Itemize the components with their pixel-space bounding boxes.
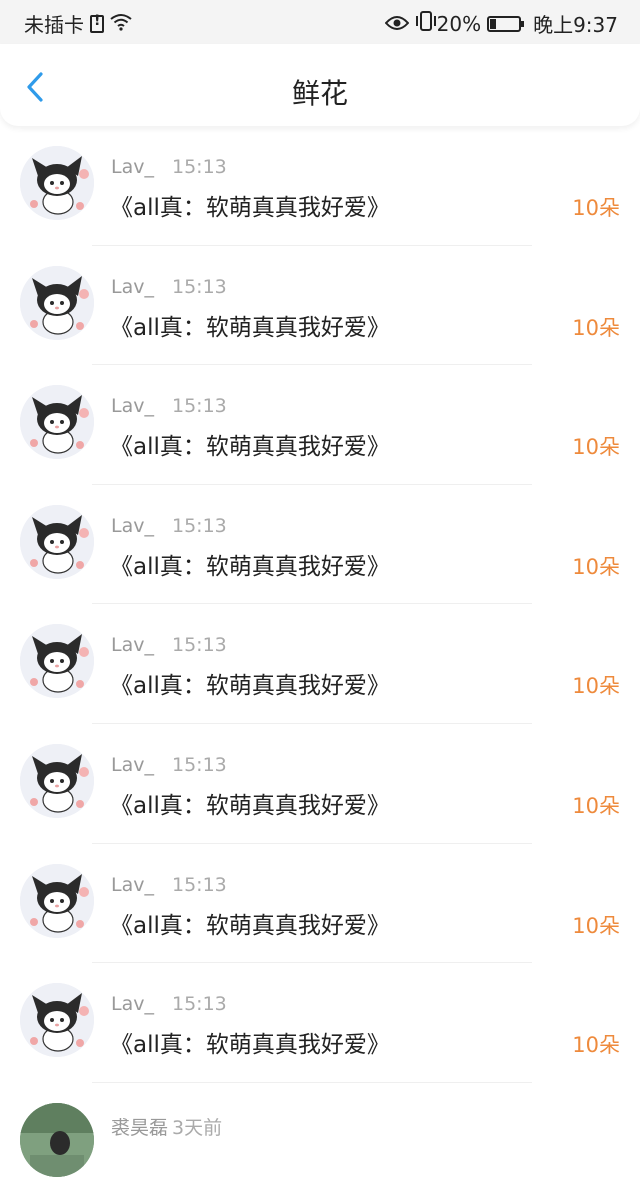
book-title[interactable]: 《all真：软萌真真我好爱》 <box>110 786 390 820</box>
timestamp: 15:13 <box>172 395 227 418</box>
avatar[interactable] <box>20 504 94 579</box>
carrier-label: 未插卡 <box>24 13 84 37</box>
avatar[interactable] <box>20 146 94 220</box>
book-title[interactable]: 《all真：软萌真真我好爱》 <box>110 906 390 940</box>
book-title[interactable]: 《all真：软萌真真我好爱》 <box>110 427 390 461</box>
status-right: 20% 晚上9:37 <box>379 9 618 38</box>
list-item[interactable]: Lav_ 15:13 《all真：软萌真真我好爱》 10朵 <box>0 844 640 964</box>
status-bar: 未插卡 20% 晚上9 <box>0 0 640 44</box>
flower-amount: 10朵 <box>572 793 620 818</box>
list-item[interactable]: Lav_ 15:13 《all真：软萌真真我好爱》 10朵 <box>0 724 640 844</box>
battery-percent: 20% <box>436 11 482 36</box>
book-title[interactable]: 《all真：软萌真真我好爱》 <box>110 547 390 581</box>
user-name[interactable]: Lav_ <box>111 515 154 537</box>
avatar[interactable] <box>20 265 94 340</box>
list-item[interactable]: 裘昊磊 3天前 <box>0 1083 640 1202</box>
flower-amount: 10朵 <box>572 196 620 220</box>
list-item[interactable]: Lav_ 15:13 《all真：软萌真真我好爱》 10朵 <box>0 604 640 724</box>
page-title: 鲜花 <box>291 77 348 110</box>
book-title[interactable]: 《all真：软萌真真我好爱》 <box>110 666 390 700</box>
avatar[interactable] <box>20 863 94 938</box>
flower-amount: 10朵 <box>572 913 620 938</box>
user-name[interactable]: 裘昊磊 <box>111 1113 168 1140</box>
list-item[interactable]: Lav_ 15:13 《all真：软萌真真我好爱》 10朵 <box>0 365 640 485</box>
flower-amount: 10朵 <box>572 315 620 340</box>
flower-amount: 10朵 <box>572 554 620 579</box>
avatar[interactable] <box>20 385 94 460</box>
avatar[interactable] <box>20 983 94 1058</box>
sim-alert-icon <box>90 13 104 33</box>
status-left: 未插卡 <box>24 9 132 38</box>
list-item[interactable]: Lav_ 15:13 《all真：软萌真真我好爱》 10朵 <box>0 963 640 1083</box>
battery-level <box>490 18 497 29</box>
clock-time: 晚上9:37 <box>533 13 618 37</box>
book-title[interactable]: 《all真：软萌真真我好爱》 <box>110 308 390 342</box>
timestamp: 15:13 <box>172 753 227 776</box>
timestamp: 15:13 <box>172 156 227 178</box>
user-name[interactable]: Lav_ <box>111 634 154 656</box>
battery-icon <box>487 15 525 32</box>
list-item[interactable]: Lav_ 15:13 《all真：软萌真真我好爱》 10朵 <box>0 485 640 605</box>
timestamp: 3天前 <box>172 1116 223 1139</box>
flower-amount: 10朵 <box>572 674 620 699</box>
user-name[interactable]: Lav_ <box>111 276 154 298</box>
timestamp: 15:13 <box>172 634 227 657</box>
timestamp: 15:13 <box>172 873 227 896</box>
user-name[interactable]: Lav_ <box>111 874 154 896</box>
flower-amount: 10朵 <box>572 1033 620 1058</box>
timestamp: 15:13 <box>172 514 227 537</box>
timestamp: 15:13 <box>172 993 227 1016</box>
book-title[interactable]: 《all真：软萌真真我好爱》 <box>110 188 390 222</box>
avatar[interactable] <box>20 624 94 699</box>
timestamp: 15:13 <box>172 275 227 298</box>
eye-icon <box>384 12 409 36</box>
wifi-icon <box>110 12 132 36</box>
user-name[interactable]: Lav_ <box>111 754 154 776</box>
flower-amount: 10朵 <box>572 435 620 460</box>
avatar[interactable] <box>20 1102 94 1177</box>
user-name[interactable]: Lav_ <box>111 993 154 1015</box>
flower-record-list: Lav_ 15:13 《all真：软萌真真我好爱》 10朵 Lav_ 15:13… <box>0 126 640 1202</box>
list-item[interactable]: Lav_ 15:13 《all真：软萌真真我好爱》 10朵 <box>0 246 640 366</box>
book-title[interactable]: 《all真：软萌真真我好爱》 <box>110 1025 390 1059</box>
page-header: 鲜花 <box>0 44 640 126</box>
user-name[interactable]: Lav_ <box>111 395 154 417</box>
vibrate-icon <box>415 11 437 36</box>
list-item[interactable]: Lav_ 15:13 《all真：软萌真真我好爱》 10朵 <box>0 126 640 246</box>
user-name[interactable]: Lav_ <box>111 156 154 178</box>
avatar[interactable] <box>20 743 94 818</box>
